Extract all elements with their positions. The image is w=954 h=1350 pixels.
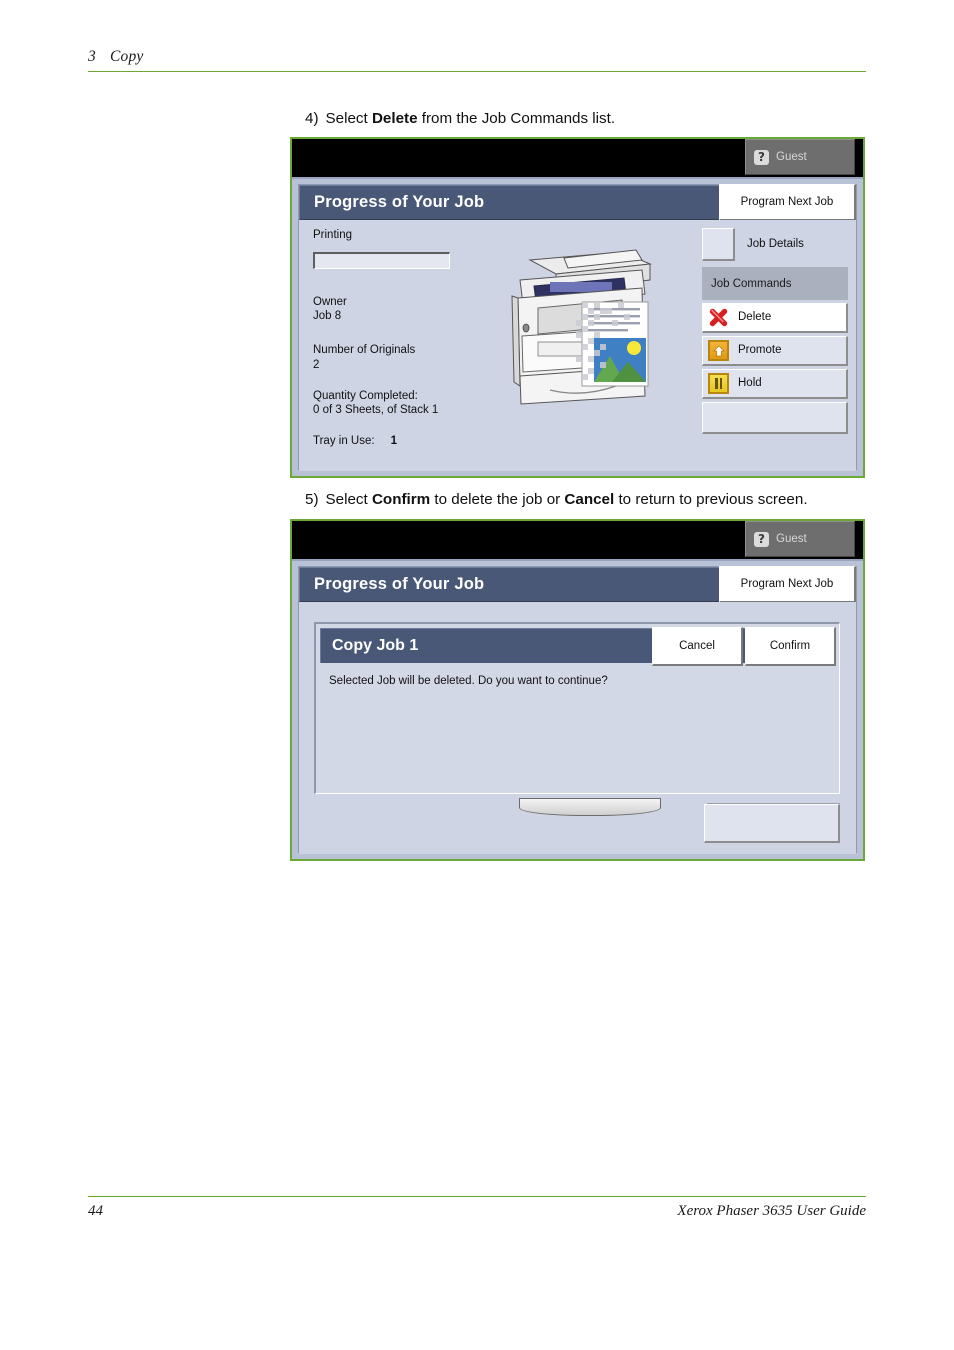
screen-title-bar-2: Progress of Your Job Program Next Job xyxy=(299,566,856,603)
step-5-bold-cancel: Cancel xyxy=(564,491,615,508)
step-5-instruction: 5) Select Confirm to delete the job or Ca… xyxy=(305,491,808,508)
screen-content: Printing Owner Job 8 Number of Originals… xyxy=(299,220,856,471)
device-top-bar-2: ? Guest xyxy=(292,521,863,559)
empty-command-button[interactable] xyxy=(702,402,848,434)
chapter-title: Copy xyxy=(109,48,144,65)
step-4-instruction: 4) Select Delete from the Job Commands li… xyxy=(305,110,615,127)
delete-command-button[interactable]: Delete xyxy=(702,303,848,333)
step-5-marker: 5) xyxy=(305,491,319,508)
program-next-job-label-2: Program Next Job xyxy=(740,578,834,590)
screen-title: Progress of Your Job xyxy=(314,193,485,211)
step-4-bold-delete: Delete xyxy=(371,110,418,127)
hold-command-label: Hold xyxy=(738,376,762,389)
pause-icon xyxy=(708,373,729,394)
page-header: 3 Copy xyxy=(88,48,866,72)
step-4-text-middle: from the Job Commands list. xyxy=(417,110,616,127)
job-status-column: Printing Owner Job 8 Number of Originals… xyxy=(313,228,513,449)
printer-illustration-icon xyxy=(504,236,684,416)
running-header: 3 Copy xyxy=(88,48,866,71)
tray-in-use-value: 1 xyxy=(390,435,397,448)
header-rule xyxy=(88,71,866,72)
job-details-label: Job Details xyxy=(747,238,804,250)
step-5-text-middle: to delete the job or xyxy=(430,491,565,508)
step-4-marker: 4) xyxy=(305,110,319,127)
confirmation-dialog: Copy Job 1 Cancel Confirm Selected Job w… xyxy=(314,622,840,794)
empty-command-button-2[interactable] xyxy=(704,804,840,843)
step-5-text-before: Select xyxy=(325,491,372,508)
printer-tray-remnant xyxy=(314,798,840,850)
red-x-icon xyxy=(708,307,729,328)
device-ui-body-2: Progress of Your Job Program Next Job Co… xyxy=(292,559,863,859)
printer-tray-lip-icon xyxy=(519,798,661,816)
device-ui-inner-2: Progress of Your Job Program Next Job Co… xyxy=(298,566,857,854)
quantity-value: 0 of 3 Sheets, of Stack 1 xyxy=(313,404,439,417)
quantity-label: Quantity Completed: xyxy=(313,389,418,402)
question-mark-icon: ? xyxy=(754,149,769,165)
guest-label: Guest xyxy=(776,151,807,163)
device-ui-inner: Progress of Your Job Program Next Job Pr… xyxy=(298,184,857,471)
originals-value: 2 xyxy=(313,358,320,371)
dialog-button-group: Cancel Confirm xyxy=(650,627,836,666)
tray-in-use-label: Tray in Use: xyxy=(313,435,375,448)
program-next-job-button[interactable]: Program Next Job xyxy=(719,184,856,221)
up-arrow-icon xyxy=(708,340,729,361)
dialog-message: Selected Job will be deleted. Do you wan… xyxy=(329,675,608,687)
job-commands-header: Job Commands xyxy=(702,267,848,300)
job-commands-header-label: Job Commands xyxy=(711,277,792,290)
dialog-title-bar: Copy Job 1 Cancel Confirm xyxy=(320,627,836,666)
question-mark-icon-2: ? xyxy=(754,531,769,547)
job-state-label: Printing xyxy=(313,229,352,241)
cancel-button-label: Cancel xyxy=(679,640,715,652)
confirm-button-label: Confirm xyxy=(769,640,811,652)
screen-content-2: Copy Job 1 Cancel Confirm Selected Job w… xyxy=(299,602,856,854)
promote-command-button[interactable]: Promote xyxy=(702,336,848,366)
step-5-bold-confirm: Confirm xyxy=(371,491,431,508)
step-5-text-after: to return to previous screen. xyxy=(614,491,808,508)
device-ui-body: Progress of Your Job Program Next Job Pr… xyxy=(292,177,863,476)
screenshot-progress-of-your-job: ? Guest Progress of Your Job Program Nex… xyxy=(290,137,865,478)
guide-title: Xerox Phaser 3635 User Guide xyxy=(677,1203,866,1219)
tray-in-use-row: Tray in Use: 1 xyxy=(313,434,513,449)
confirm-button[interactable]: Confirm xyxy=(745,627,836,666)
job-details-row[interactable]: Job Details xyxy=(702,227,848,261)
job-details-button[interactable] xyxy=(702,227,735,261)
originals-label: Number of Originals xyxy=(313,344,416,357)
owner-label: Owner xyxy=(313,295,347,308)
screen-title-2: Progress of Your Job xyxy=(314,575,485,593)
hold-command-button[interactable]: Hold xyxy=(702,369,848,399)
guest-label-2: Guest xyxy=(776,533,807,545)
cancel-button[interactable]: Cancel xyxy=(652,627,743,666)
chapter-number: 3 xyxy=(88,48,96,65)
promote-command-label: Promote xyxy=(738,343,782,356)
program-next-job-label: Program Next Job xyxy=(740,196,834,208)
delete-command-label: Delete xyxy=(738,310,772,323)
program-next-job-button-2[interactable]: Program Next Job xyxy=(719,566,856,603)
page-footer: 44 Xerox Phaser 3635 User Guide xyxy=(88,1196,866,1220)
job-commands-column: Job Details Job Commands Delete Promote … xyxy=(702,227,848,437)
screen-title-bar: Progress of Your Job Program Next Job xyxy=(299,184,856,221)
guest-button[interactable]: ? Guest xyxy=(745,139,855,175)
step-4-text-before: Select xyxy=(325,110,372,127)
guest-button-2[interactable]: ? Guest xyxy=(745,521,855,557)
job-progress-bar xyxy=(313,251,450,269)
screenshot-delete-confirmation: ? Guest Progress of Your Job Program Nex… xyxy=(290,519,865,861)
dialog-title: Copy Job 1 xyxy=(332,637,419,654)
owner-value: Job 8 xyxy=(313,310,342,323)
page-number: 44 xyxy=(88,1203,103,1219)
device-top-bar: ? Guest xyxy=(292,139,863,177)
